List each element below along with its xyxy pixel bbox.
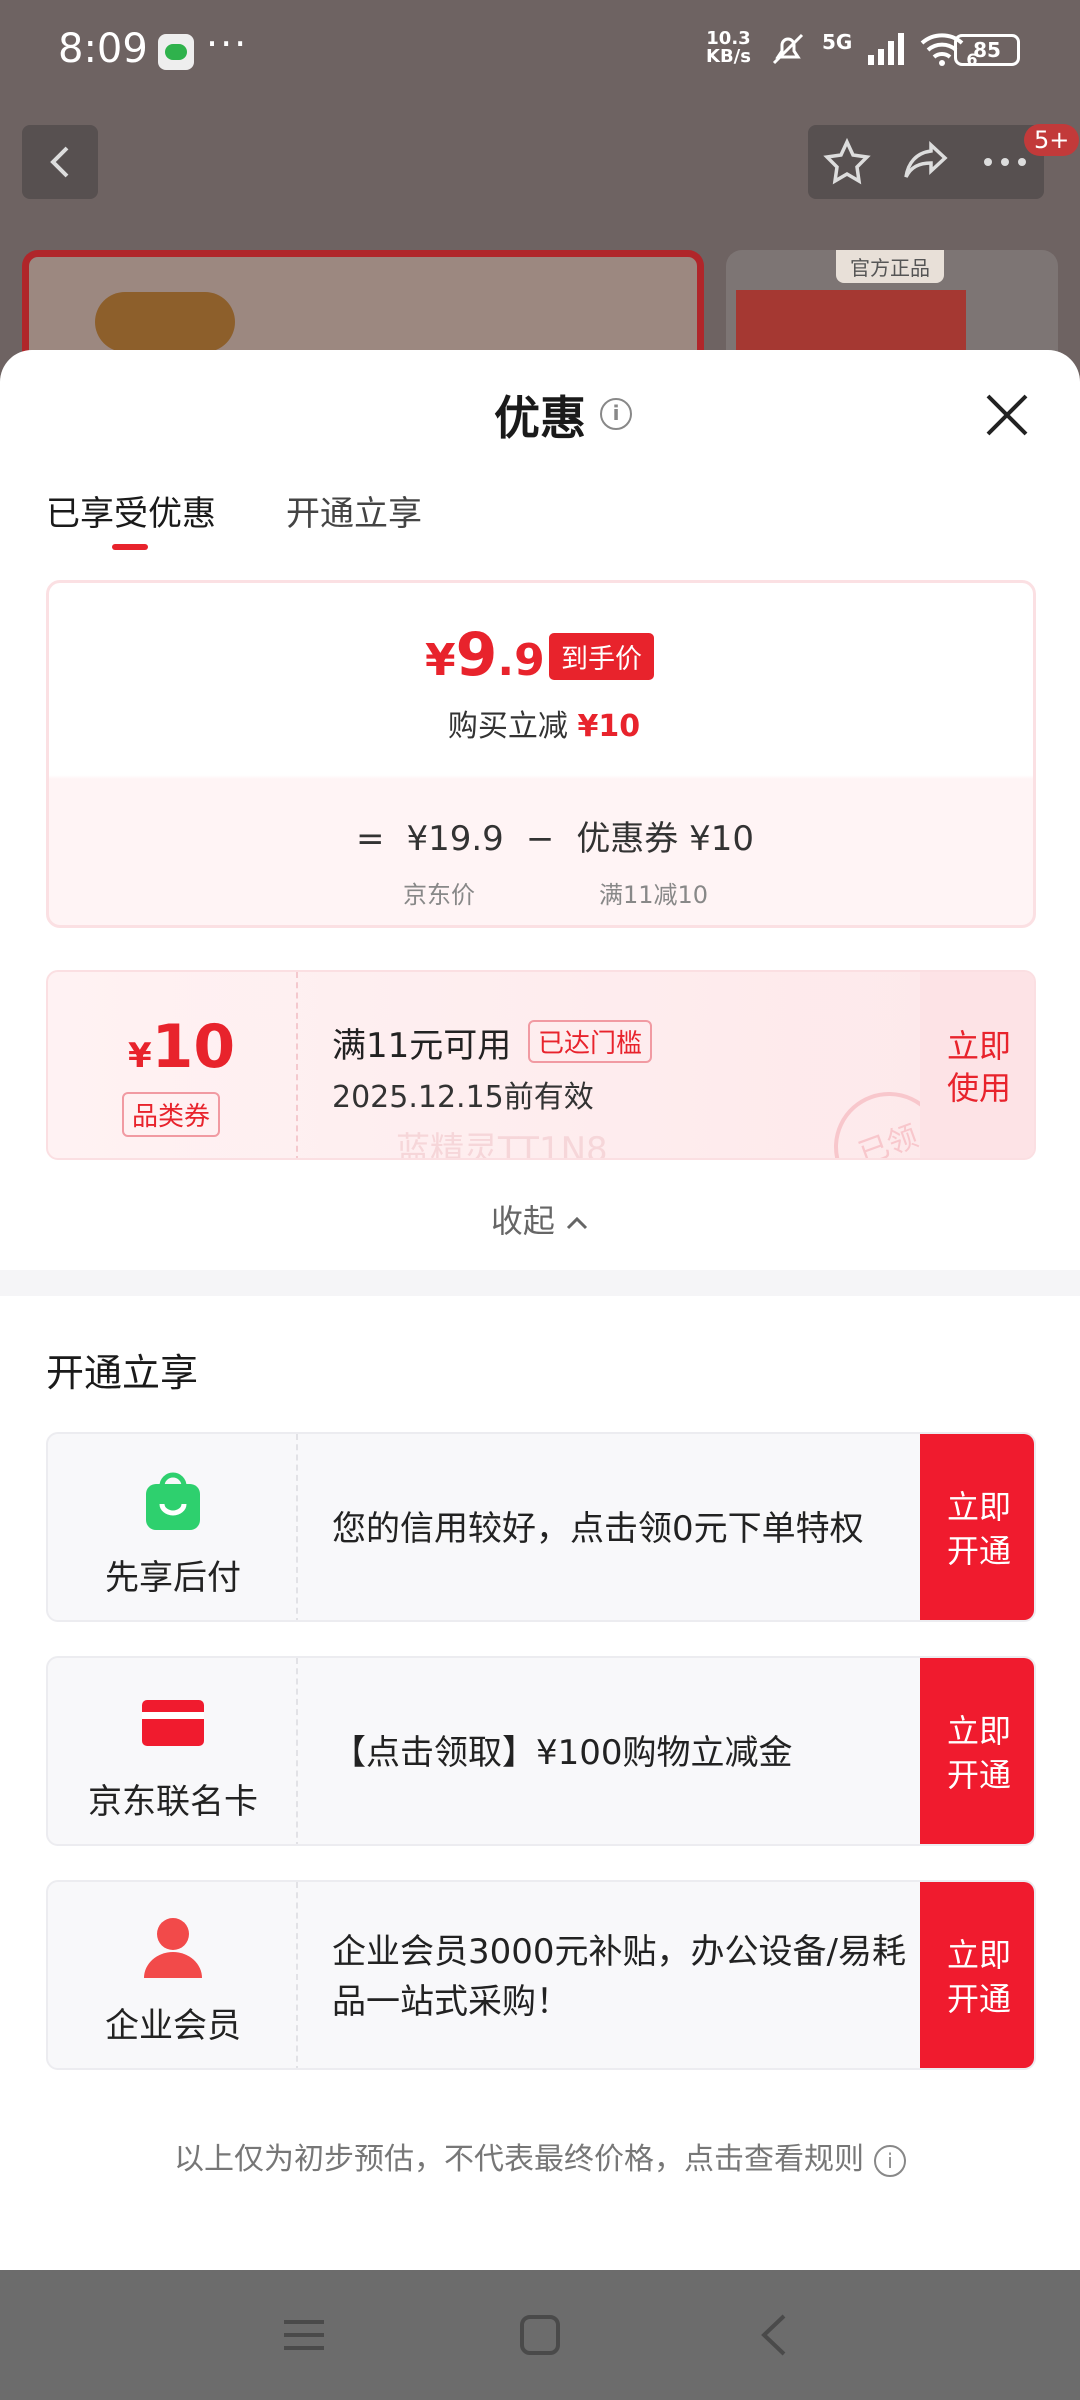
- final-price-symbol: ¥: [425, 635, 456, 686]
- final-price-int: 9: [455, 620, 498, 690]
- coupon-value-area: ¥10 品类券: [48, 972, 298, 1158]
- activate-now-button[interactable]: 立即 开通: [920, 1434, 1034, 1620]
- offer-description: 您的信用较好，点击领0元下单特权: [332, 1509, 864, 1549]
- activate-line1: 立即: [946, 1712, 1011, 1750]
- status-icons: 5G 6: [768, 28, 977, 69]
- offer-description: 企业会员3000元补贴，办公设备/易耗品一站式采购！: [332, 1932, 906, 2022]
- offer-brand: 企业会员: [48, 1882, 298, 2068]
- offer-brand: 京东联名卡: [48, 1658, 298, 1844]
- coupon-condition: 满11元可用: [332, 1026, 512, 1066]
- coupon-note: 满11减10: [599, 881, 709, 909]
- final-price: ¥9.9: [425, 625, 545, 691]
- activate-line2: 开通: [946, 1532, 1011, 1570]
- close-icon[interactable]: [982, 390, 1032, 440]
- discount-sheet: 优惠 i 已享受优惠 开通立享 ¥9.9 到手价 购买立减 ¥10 = ¥19.9…: [0, 350, 1080, 2270]
- instant-discount-amount: ¥10: [577, 709, 641, 744]
- offer-name: 京东联名卡: [88, 1782, 258, 1822]
- chevron-left-icon: [50, 146, 69, 178]
- jd-price: ¥19.9: [406, 819, 504, 859]
- disclaimer-text: 以上仅为初步预估，不代表最终价格，点击查看规则: [174, 2142, 864, 2177]
- coupon-validity: 2025.12.15前有效: [332, 1080, 594, 1115]
- disclaimer-link[interactable]: 以上仅为初步预估，不代表最终价格，点击查看规则 i: [0, 2134, 1080, 2178]
- section-divider: [0, 1270, 1080, 1296]
- network-speed-unit: KB/s: [706, 46, 751, 67]
- share-icon[interactable]: [901, 137, 951, 187]
- activate-now-button[interactable]: 立即 开通: [920, 1882, 1034, 2068]
- collapse-label: 收起: [490, 1202, 555, 1240]
- coupon-amount-value: 10: [151, 1012, 236, 1082]
- offer-card-pay-later[interactable]: 先享后付 您的信用较好，点击领0元下单特权 立即开通: [46, 1432, 1036, 1622]
- menu-icon[interactable]: [276, 2310, 332, 2360]
- equals-sign: =: [355, 819, 385, 859]
- wechat-notification-icon: [158, 34, 194, 70]
- use-now-line1: 立即: [946, 1027, 1011, 1065]
- official-label: 官方正品: [836, 250, 944, 283]
- tab-activate-to-enjoy[interactable]: 开通立享: [286, 486, 422, 535]
- mute-icon: [772, 33, 804, 64]
- price-breakdown: ¥9.9 到手价 购买立减 ¥10 = ¥19.9− 优惠券 ¥10 京东价 满11…: [46, 580, 1036, 928]
- instant-discount-label: 购买立减: [447, 709, 568, 744]
- system-nav-bar: [0, 2270, 1080, 2400]
- network-speed: 10.3 KB/s: [706, 30, 751, 66]
- price-formula: = ¥19.9− 优惠券 ¥10: [49, 811, 1033, 860]
- brand-logo: [95, 292, 235, 352]
- activate-line2: 开通: [946, 1756, 1011, 1794]
- tab-enjoyed-discounts[interactable]: 已享受优惠: [46, 486, 216, 550]
- back-button[interactable]: [22, 125, 98, 199]
- back-nav-icon[interactable]: [748, 2310, 804, 2360]
- chevron-up-icon: [567, 1216, 588, 1230]
- offer-card-enterprise[interactable]: 企业会员 企业会员3000元补贴，办公设备/易耗品一站式采购！ 立即开通: [46, 1880, 1036, 2070]
- offer-name: 先享后付: [105, 1558, 241, 1598]
- battery-indicator: 85: [954, 34, 1020, 66]
- instant-discount: 购买立减 ¥10: [49, 701, 1033, 745]
- status-time: 8:09: [58, 26, 148, 72]
- offer-description: 【点击领取】¥100购物立减金: [332, 1733, 793, 1773]
- coupon-symbol: ¥: [128, 1036, 152, 1076]
- activate-line1: 立即: [946, 1936, 1011, 1974]
- coupon-type: 品类券: [122, 1092, 221, 1137]
- more-icon[interactable]: [980, 152, 1030, 172]
- section-title: 开通立享: [46, 1351, 199, 1395]
- credit-card-icon: [142, 1700, 204, 1746]
- user-icon: [144, 1918, 202, 1978]
- use-now-button[interactable]: 立即 使用: [920, 972, 1034, 1158]
- coupon-amount: ¥10: [128, 1012, 235, 1082]
- home-icon[interactable]: [512, 2310, 568, 2360]
- offer-card-cobrand-card[interactable]: 京东联名卡 【点击领取】¥100购物立减金 立即开通: [46, 1656, 1036, 1846]
- offer-brand: 先享后付: [48, 1434, 298, 1620]
- final-price-tag: 到手价: [549, 633, 654, 680]
- watermark: 蓝精灵TT1N8: [396, 1130, 608, 1160]
- more-notifications-icon: ···: [206, 22, 249, 66]
- header-actions: [808, 125, 1044, 199]
- activate-line2: 开通: [946, 1980, 1011, 2018]
- activate-line1: 立即: [946, 1488, 1011, 1526]
- offer-name: 企业会员: [105, 2006, 241, 2046]
- final-price-decimal: .9: [497, 635, 545, 686]
- info-icon: i: [874, 2144, 906, 2177]
- shopping-bag-icon: [146, 1472, 200, 1530]
- coupon-deduction: 优惠券 ¥10: [576, 819, 755, 859]
- collapse-toggle[interactable]: 收起: [0, 1196, 1080, 1242]
- status-bar: 8:09 ··· 10.3 KB/s 5G 6 85: [0, 0, 1080, 100]
- message-badge: 5+: [1024, 124, 1080, 156]
- signal-label: 5G: [822, 29, 853, 54]
- use-now-line2: 使用: [946, 1069, 1011, 1107]
- minus-sign: −: [525, 819, 555, 859]
- threshold-reached-badge: 已达门槛: [528, 1020, 653, 1063]
- star-icon[interactable]: [822, 137, 872, 187]
- activate-now-button[interactable]: 立即 开通: [920, 1658, 1034, 1844]
- jd-price-note: 京东价: [403, 881, 475, 909]
- signal-icon: [868, 32, 905, 65]
- sheet-title: 优惠: [494, 391, 586, 445]
- category-coupon: ¥10 品类券 满11元可用 已达门槛 2025.12.15前有效 蓝精灵TT1…: [46, 970, 1036, 1160]
- info-icon[interactable]: i: [600, 398, 632, 430]
